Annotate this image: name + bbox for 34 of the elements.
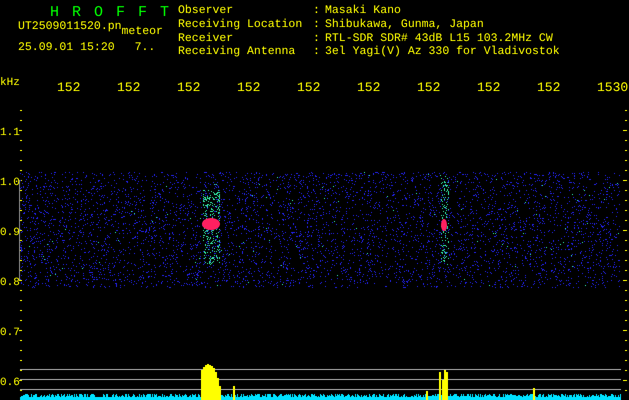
- info-value: Masaki Kano: [325, 5, 402, 18]
- info-separator: :: [313, 46, 321, 60]
- frequency-tick-label: 152: [477, 80, 500, 95]
- info-separator: :: [313, 32, 321, 46]
- info-label: Receiving Location: [178, 18, 304, 32]
- frequency-tick-label: 152: [237, 80, 260, 95]
- unit-label: kHz: [0, 77, 20, 89]
- event-tag: meteor: [122, 26, 163, 38]
- frequency-tick-label: 152: [417, 80, 440, 95]
- info-label: Observer: [178, 5, 234, 18]
- file-name: UT2509011520.pn: [18, 21, 122, 35]
- info-value: RTL-SDR SDR# 43dB L15 103.2MHz CW: [325, 32, 554, 46]
- info-label: Receiving Antenna: [178, 46, 296, 60]
- axis-tick-label: 1.1: [0, 127, 20, 139]
- axis-tick-label: 0.6: [0, 377, 20, 389]
- timestamp: 25.09.01 15:20: [18, 42, 115, 54]
- frequency-tick-label: 152: [177, 80, 200, 95]
- frequency-tick-label: 152: [57, 80, 80, 95]
- axis-tick-label: 0.9: [0, 227, 20, 239]
- axis-tick-label: 1.0: [0, 177, 20, 189]
- axis-tick-label: 0.8: [0, 277, 20, 289]
- frequency-tick-label: 1530: [597, 80, 628, 95]
- info-separator: :: [313, 18, 321, 32]
- count-text: 7..: [134, 42, 156, 54]
- frequency-tick-label: 152: [117, 80, 140, 95]
- frequency-tick-label: 152: [357, 80, 380, 95]
- app-title: H R O F F T: [50, 5, 172, 20]
- info-value: 3el Yagi(V) Az 330 for Vladivostok: [325, 46, 560, 60]
- frequency-tick-label: 152: [537, 80, 560, 95]
- info-value: Shibukawa, Gunma, Japan: [325, 18, 485, 32]
- frequency-tick-label: 152: [297, 80, 320, 95]
- axis-tick-label: 0.7: [0, 327, 20, 339]
- info-separator: :: [313, 5, 321, 19]
- info-label: Receiver: [178, 32, 234, 46]
